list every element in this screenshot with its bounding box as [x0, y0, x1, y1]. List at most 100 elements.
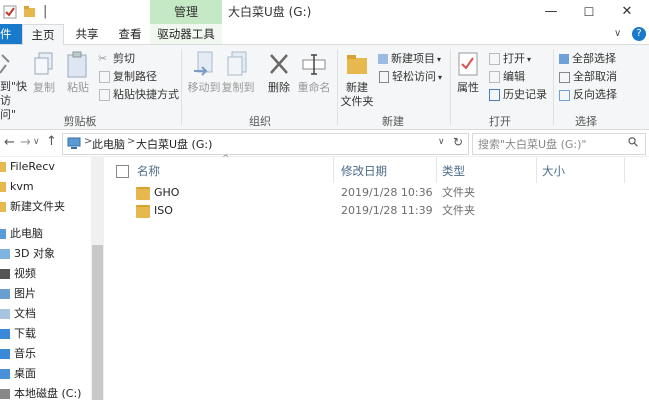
- drive-icon: [0, 389, 10, 399]
- column-header-modified[interactable]: 修改日期: [341, 161, 387, 181]
- folder-icon: [0, 182, 6, 192]
- tab-drive-tools[interactable]: 驱动器工具: [150, 24, 222, 44]
- new-item-button[interactable]: 新建项目 ▾: [377, 50, 441, 67]
- nav-item[interactable]: 视频: [0, 264, 36, 284]
- table-row[interactable]: GHO 2019/1/28 10:36 文件夹: [104, 184, 649, 202]
- back-button[interactable]: ←: [4, 135, 15, 150]
- context-tab-manage[interactable]: 管理: [150, 0, 222, 24]
- title-bar: | 管理 大白菜U盘 (G:) — ☐ ✕: [0, 0, 649, 24]
- scissors-icon: ✂: [98, 52, 108, 65]
- nav-item[interactable]: 3D 对象: [0, 244, 55, 264]
- delete-icon[interactable]: [268, 52, 290, 76]
- nav-item[interactable]: 下载: [0, 324, 36, 344]
- refresh-button[interactable]: ↻: [453, 135, 463, 149]
- recent-locations-button[interactable]: ∨: [33, 137, 40, 147]
- minimize-button[interactable]: —: [536, 0, 566, 24]
- nav-item-this-pc[interactable]: 此电脑: [0, 224, 43, 244]
- pin-icon[interactable]: [0, 53, 10, 75]
- tab-file[interactable]: 件: [0, 24, 22, 44]
- address-dropdown-button[interactable]: ∨: [438, 137, 445, 147]
- tab-home[interactable]: 主页: [22, 24, 64, 46]
- copy-icon[interactable]: [34, 52, 54, 78]
- paste-shortcut-icon: [99, 89, 110, 101]
- column-divider[interactable]: [536, 157, 537, 183]
- column-divider[interactable]: [624, 157, 625, 183]
- folder-icon: [0, 202, 6, 212]
- navigation-pane: FileRecv kvm 新建文件夹 此电脑 3D 对象 视频 图片 文档 下载…: [0, 157, 104, 400]
- search-icon[interactable]: ⚲: [625, 134, 642, 151]
- tab-share[interactable]: 共享: [72, 24, 102, 44]
- nav-item[interactable]: 图片: [0, 284, 36, 304]
- properties-button[interactable]: 属性: [455, 81, 481, 95]
- easy-access-button[interactable]: 轻松访问 ▾: [377, 68, 442, 85]
- edit-button[interactable]: 编辑: [488, 68, 525, 85]
- maximize-button[interactable]: ☐: [574, 0, 604, 24]
- column-header-name[interactable]: 名称: [137, 161, 160, 181]
- search-box[interactable]: 搜索"大白菜U盘 (G:)" ⚲: [472, 133, 646, 155]
- select-none-button[interactable]: 全部取消: [558, 68, 617, 85]
- invert-selection-button[interactable]: 反向选择: [558, 86, 617, 103]
- up-button[interactable]: ↑: [46, 134, 57, 149]
- cut-button[interactable]: ✂ 剪切: [98, 50, 135, 67]
- breadcrumb-this-pc[interactable]: 此电脑: [92, 136, 125, 152]
- window-title: 大白菜U盘 (G:): [228, 5, 312, 19]
- copy-to-icon[interactable]: [226, 51, 252, 79]
- move-to-button[interactable]: 移动到: [186, 81, 222, 95]
- copy-button[interactable]: 复制: [30, 81, 58, 95]
- new-folder-icon[interactable]: [346, 52, 368, 76]
- picture-icon: [0, 289, 10, 299]
- collapse-ribbon-button[interactable]: ∨: [614, 24, 626, 44]
- group-new-label: 新建: [382, 115, 404, 128]
- select-all-button[interactable]: 全部选择: [558, 50, 616, 67]
- open-button[interactable]: 打开 ▾: [488, 50, 531, 67]
- type-cell: 文件夹: [442, 186, 475, 199]
- pin-separator: |: [43, 4, 48, 19]
- nav-item[interactable]: 音乐: [0, 344, 36, 364]
- history-button[interactable]: 历史记录: [488, 86, 547, 103]
- paste-shortcut-button[interactable]: 粘贴快捷方式: [98, 86, 179, 103]
- checklist-icon[interactable]: [3, 5, 17, 19]
- tab-view[interactable]: 查看: [115, 24, 145, 44]
- address-box[interactable]: > 此电脑 > 大白菜U盘 (G:) ∨ ↻: [62, 133, 469, 155]
- nav-item[interactable]: kvm: [0, 177, 34, 197]
- paste-button[interactable]: 粘贴: [64, 81, 92, 95]
- help-button[interactable]: ?: [632, 27, 646, 41]
- pin-quick-access-label[interactable]: 到"快 访问": [0, 80, 27, 122]
- rename-icon[interactable]: [301, 52, 327, 76]
- group-clipboard-label: 剪贴板: [63, 115, 97, 128]
- paste-icon[interactable]: [66, 51, 90, 79]
- 3d-icon: [0, 249, 10, 259]
- column-header-size[interactable]: 大小: [542, 161, 565, 181]
- rename-button[interactable]: 重命名: [296, 81, 332, 95]
- close-button[interactable]: ✕: [612, 0, 642, 24]
- nav-item[interactable]: 文档: [0, 304, 36, 324]
- music-icon: [0, 349, 10, 359]
- nav-item[interactable]: 新建文件夹: [0, 197, 65, 217]
- nav-scrollbar-thumb[interactable]: [92, 245, 103, 400]
- table-row[interactable]: ISO 2019/1/28 11:39 文件夹: [104, 202, 649, 220]
- new-folder-button[interactable]: 新建 文件夹: [340, 81, 374, 109]
- properties-icon[interactable]: [458, 52, 478, 76]
- ribbon-separator: [450, 49, 451, 125]
- copy-path-button[interactable]: 复制路径: [98, 68, 157, 85]
- nav-item[interactable]: 本地磁盘 (C:): [0, 384, 81, 404]
- move-to-icon[interactable]: [192, 51, 218, 79]
- nav-item[interactable]: 桌面: [0, 364, 36, 384]
- column-divider[interactable]: [333, 157, 334, 183]
- column-divider[interactable]: [436, 157, 437, 183]
- breadcrumb-arrow[interactable]: >: [127, 136, 135, 147]
- nav-item[interactable]: FileRecv: [0, 157, 55, 177]
- folder-quick-icon[interactable]: [24, 6, 35, 18]
- delete-button[interactable]: 删除: [265, 81, 293, 95]
- new-item-icon: [378, 54, 388, 64]
- breadcrumb-drive[interactable]: 大白菜U盘 (G:): [136, 136, 212, 152]
- file-name-cell: GHO: [136, 184, 179, 202]
- search-input[interactable]: 搜索"大白菜U盘 (G:)": [478, 136, 586, 152]
- ribbon-separator: [181, 49, 182, 125]
- column-header-type[interactable]: 类型: [442, 161, 465, 181]
- select-all-checkbox[interactable]: [116, 165, 129, 178]
- ribbon-separator: [337, 49, 338, 125]
- copy-to-button[interactable]: 复制到: [220, 81, 256, 95]
- forward-button[interactable]: →: [20, 135, 31, 150]
- folder-icon: [136, 186, 150, 200]
